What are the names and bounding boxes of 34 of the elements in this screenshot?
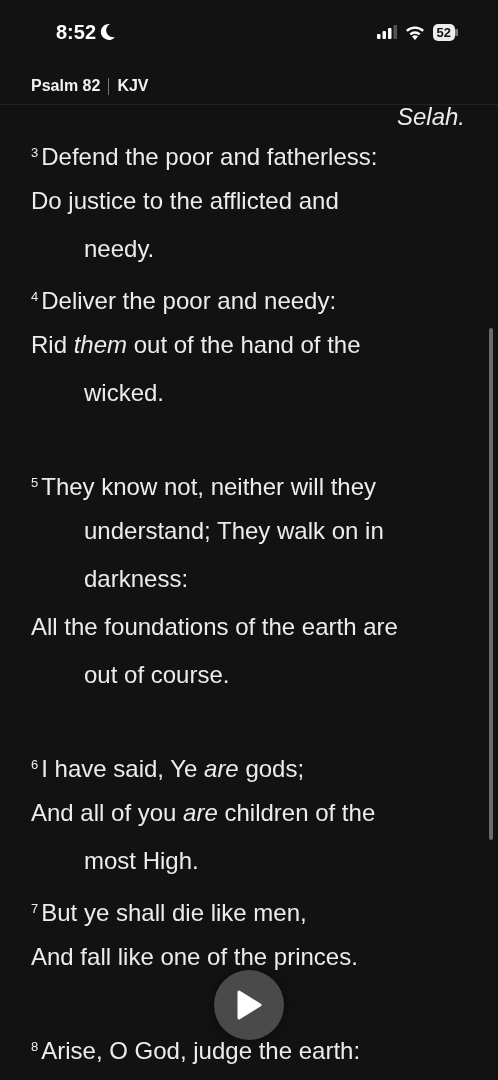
play-icon — [236, 990, 262, 1020]
verse-text: most High. — [84, 847, 199, 874]
verse-number: 7 — [31, 901, 39, 916]
verse-text: out of course. — [84, 661, 230, 688]
verse-text: understand; They walk on in — [84, 517, 384, 544]
verse-text: Deliver the poor and needy: — [41, 287, 337, 314]
verse-text: needy. — [84, 235, 155, 262]
verse-text: Arise, O God, judge the earth: — [41, 1037, 361, 1064]
version-label[interactable]: KJV — [117, 74, 149, 98]
chapter-title[interactable]: Psalm 82 — [31, 74, 101, 98]
verse-number: 3 — [31, 145, 39, 160]
signal-icon — [376, 25, 397, 39]
verse-text: I have said, Ye are gods; — [41, 755, 305, 782]
verse-text: But ye shall die like men, — [41, 899, 307, 926]
verse-text: Do justice to the afflicted and — [31, 187, 339, 214]
verse-text: Rid them out of the hand of the — [31, 331, 361, 358]
scroll-bar[interactable] — [489, 328, 493, 840]
wifi-icon — [404, 24, 425, 40]
verse-number: 8 — [31, 1039, 39, 1054]
selah-text: Selah. — [396, 103, 465, 130]
verse-text: And all of you are children of the — [31, 799, 376, 826]
verse-number: 5 — [31, 475, 39, 490]
verse-text: All the foundations of the earth are — [31, 613, 398, 640]
battery-level: 52 — [432, 23, 455, 41]
verse-number: 4 — [31, 289, 39, 304]
moon-icon — [100, 23, 117, 41]
verse-text: wicked. — [84, 379, 165, 406]
verse-text: Defend the poor and fatherless: — [41, 143, 378, 170]
verse-text: And fall like one of the princes. — [31, 943, 358, 970]
verse-text: darkness: — [84, 565, 189, 592]
verse-text: They know not, neither will they — [41, 473, 377, 500]
clock-time: 8:52 — [56, 20, 97, 45]
battery-tip-icon — [455, 28, 458, 36]
verse-number: 6 — [31, 757, 39, 772]
